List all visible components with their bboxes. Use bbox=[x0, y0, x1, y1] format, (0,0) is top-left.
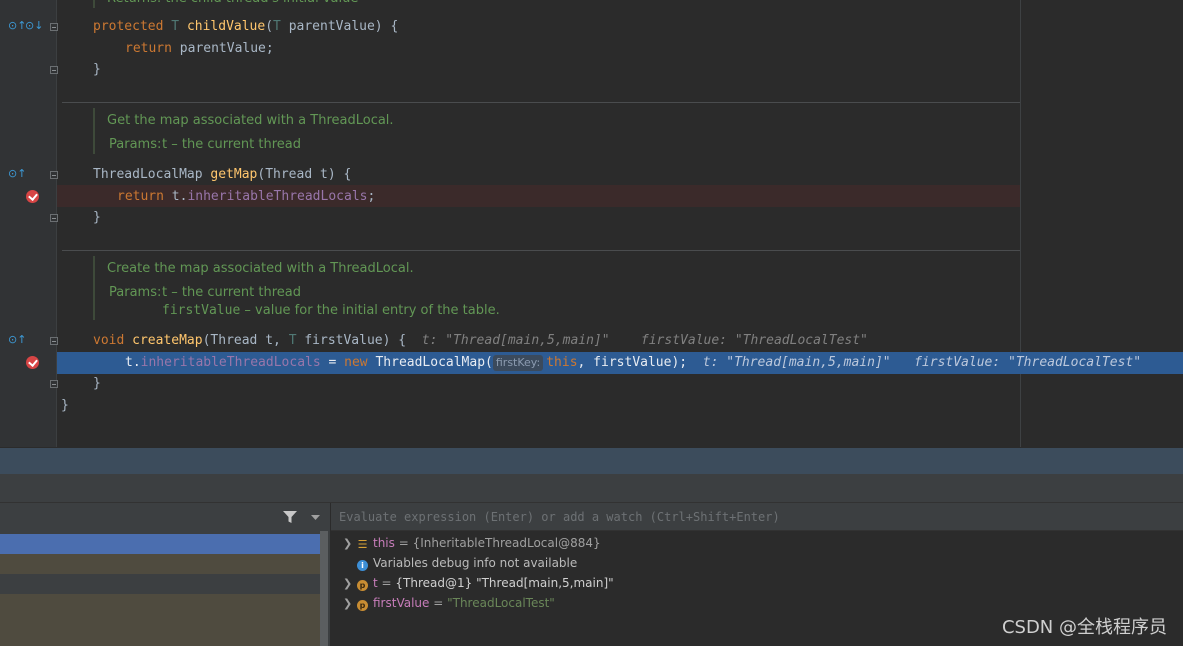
doc-comment-text: Returns: the child thread's initial valu… bbox=[107, 0, 358, 8]
doc-params-label: Params: bbox=[109, 285, 162, 300]
chevron-down-icon[interactable] bbox=[311, 515, 320, 521]
code-editor[interactable]: Returns: the child thread's initial valu… bbox=[0, 0, 1183, 447]
debug-tabs-bar[interactable] bbox=[0, 474, 1183, 503]
breakpoint-icon[interactable] bbox=[26, 356, 39, 369]
breakpoint-icon[interactable] bbox=[26, 190, 39, 203]
doc-param-t: t – the current thread bbox=[162, 285, 301, 300]
doc-comment-bar bbox=[93, 0, 95, 8]
debug-tool-window-header[interactable] bbox=[0, 448, 1183, 474]
code-line: return t.inheritableThreadLocals; bbox=[117, 189, 376, 204]
variable-row: i Variables debug info not available bbox=[343, 553, 577, 573]
frame-row[interactable] bbox=[0, 619, 320, 646]
doc-param-t: t – the current thread bbox=[162, 137, 301, 152]
method-separator bbox=[62, 250, 1020, 251]
code-line: protected T childValue(T parentValue) { bbox=[93, 19, 399, 34]
variable-row[interactable]: ❯ p firstValue = "ThreadLocalTest" bbox=[343, 593, 555, 613]
overrides-method-icon[interactable]: ⊙↑ bbox=[8, 167, 26, 180]
overrides-method-icon[interactable]: ⊙↑ bbox=[8, 333, 26, 346]
watermark: CSDN @全栈程序员 bbox=[1001, 617, 1167, 638]
frame-row[interactable] bbox=[0, 574, 320, 594]
doc-comment-text: Create the map associated with a ThreadL… bbox=[107, 261, 414, 276]
code-line: } bbox=[93, 210, 101, 225]
code-line: } bbox=[93, 62, 101, 77]
code-line: } bbox=[93, 376, 101, 391]
doc-comment-text: Get the map associated with a ThreadLoca… bbox=[107, 113, 394, 128]
frames-toolbar bbox=[0, 503, 330, 531]
doc-comment-bar bbox=[93, 108, 95, 154]
code-line: return parentValue; bbox=[125, 41, 274, 56]
list-icon: ☰ bbox=[357, 538, 368, 551]
fold-marker[interactable] bbox=[50, 66, 58, 74]
overrides-method-icon[interactable]: ⊙↑ bbox=[8, 19, 26, 32]
param-icon: p bbox=[357, 580, 368, 591]
variable-row[interactable]: ❯ ☰ this = {InheritableThreadLocal@884} bbox=[343, 533, 601, 553]
info-icon: i bbox=[357, 560, 368, 571]
variable-row[interactable]: ❯ p t = {Thread@1} "Thread[main,5,main]" bbox=[343, 573, 614, 593]
fold-marker[interactable] bbox=[50, 380, 58, 388]
method-separator bbox=[62, 102, 1020, 103]
param-icon: p bbox=[357, 600, 368, 611]
code-line-current: t.inheritableThreadLocals = new ThreadLo… bbox=[125, 355, 1142, 371]
doc-comment-bar bbox=[93, 256, 95, 320]
parameter-name-hint: firstKey: bbox=[492, 355, 544, 371]
chevron-right-icon[interactable]: ❯ bbox=[343, 574, 355, 594]
chevron-right-icon[interactable]: ❯ bbox=[343, 594, 355, 614]
debug-inline-value: t: "Thread[main,5,main]" bbox=[421, 333, 610, 348]
fold-marker[interactable] bbox=[50, 171, 58, 179]
frames-scrollbar[interactable] bbox=[320, 531, 328, 646]
doc-params-label: Params: bbox=[109, 137, 162, 152]
fold-marker[interactable] bbox=[50, 337, 58, 345]
evaluate-expression-input[interactable]: Evaluate expression (Enter) or add a wat… bbox=[331, 503, 1183, 531]
debug-inline-value: t: "Thread[main,5,main]" bbox=[702, 355, 891, 370]
fold-marker[interactable] bbox=[50, 23, 58, 31]
debug-inline-value: firstValue: "ThreadLocalTest" bbox=[640, 333, 868, 348]
code-line: ThreadLocalMap getMap(Thread t) { bbox=[93, 167, 352, 182]
right-margin-guide bbox=[1020, 0, 1021, 447]
frame-row[interactable] bbox=[0, 594, 320, 619]
code-line: } bbox=[61, 398, 69, 413]
code-line: void createMap(Thread t, T firstValue) {… bbox=[93, 333, 868, 348]
frame-row[interactable] bbox=[0, 554, 320, 574]
debug-inline-value: firstValue: "ThreadLocalTest" bbox=[914, 355, 1142, 370]
fold-marker[interactable] bbox=[50, 214, 58, 222]
chevron-right-icon[interactable]: ❯ bbox=[343, 534, 355, 554]
frame-row-selected[interactable] bbox=[0, 534, 320, 554]
filter-icon[interactable] bbox=[283, 511, 297, 524]
doc-param-firstvalue: firstValue – value for the initial entry… bbox=[162, 303, 500, 318]
editor-gutter[interactable] bbox=[0, 0, 56, 447]
overridden-method-icon[interactable]: ⊙↓ bbox=[25, 19, 43, 32]
